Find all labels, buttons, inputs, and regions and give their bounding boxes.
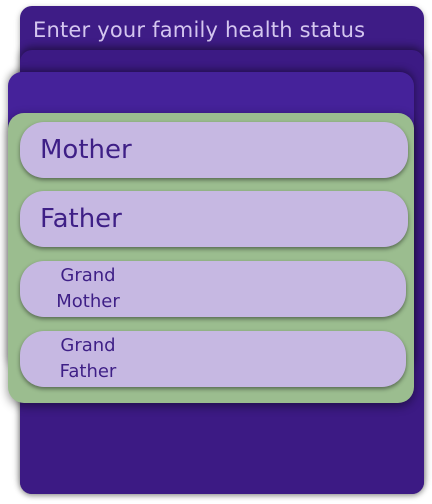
- grandmother-button[interactable]: Grand Mother: [20, 261, 406, 317]
- mother-button[interactable]: Mother: [20, 122, 408, 178]
- mother-label: Mother: [40, 135, 132, 165]
- grandfather-button[interactable]: Grand Father: [20, 331, 406, 387]
- father-button[interactable]: Father: [20, 191, 408, 247]
- grandfather-label: Grand Father: [59, 335, 117, 382]
- father-label: Father: [40, 204, 122, 234]
- grandmother-label: Grand Mother: [56, 265, 120, 312]
- panel-title: Enter your family health status: [33, 18, 366, 42]
